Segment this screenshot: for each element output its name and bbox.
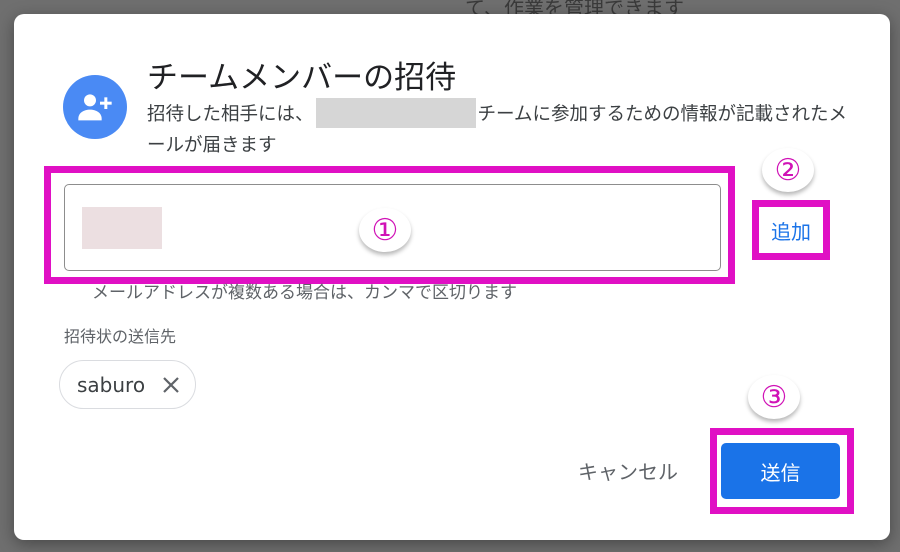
dialog-description: 招待した相手には、 チームに参加するための情報が記載されたメールが届きます — [147, 98, 847, 161]
recipient-chip: saburo — [59, 360, 196, 409]
marker-3: ③ — [748, 375, 800, 419]
person-add-icon — [63, 75, 127, 139]
description-before: 招待した相手には、 — [147, 104, 314, 125]
highlight-add-button — [752, 200, 830, 260]
recipients-label: 招待状の送信先 — [64, 327, 177, 346]
highlight-send-button — [710, 428, 854, 514]
dialog-title: チームメンバーの招待 — [147, 60, 457, 96]
cancel-button[interactable]: キャンセル — [560, 448, 696, 492]
remove-recipient-icon[interactable] — [160, 374, 182, 396]
recipient-name: saburo — [77, 372, 146, 397]
redacted-team-name — [315, 98, 476, 128]
email-hint: メールアドレスが複数ある場合は、カンマで区切ります — [92, 283, 517, 303]
marker-1: ① — [359, 208, 411, 252]
marker-2: ② — [762, 148, 814, 192]
